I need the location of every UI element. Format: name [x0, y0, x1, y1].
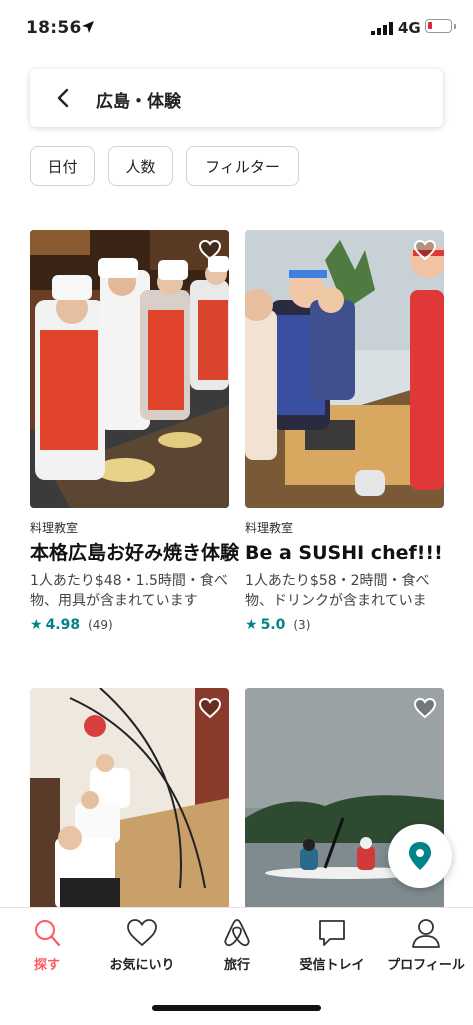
listing-title: Be a SUSHI chef!!!: [245, 542, 443, 564]
battery-nub: [454, 24, 456, 29]
tab-label: プロフィール: [387, 958, 465, 973]
rating-score: 5.0: [260, 617, 286, 633]
search-icon: [35, 920, 61, 947]
signal-icon: [371, 22, 393, 35]
more-filters-label: フィルター: [205, 157, 280, 176]
back-arrow-icon[interactable]: [54, 88, 74, 108]
tab-trips[interactable]: 旅行: [190, 918, 284, 973]
listing-rating: ★ 5.0 (3): [245, 617, 455, 633]
location-arrow-icon: [82, 21, 94, 33]
network-type: 4G: [398, 19, 421, 37]
search-bar[interactable]: 広島・体験: [30, 69, 443, 127]
listing-description: 1人あたり$48・1.5時間・食べ物、用具が含まれています: [30, 573, 228, 609]
tab-label: 探す: [33, 958, 60, 973]
star-icon: ★: [30, 617, 43, 633]
listing-image-okonomiyaki[interactable]: [30, 230, 229, 508]
date-filter-label: 日付: [47, 157, 78, 176]
listing-card[interactable]: 料理教室 本格広島お好み焼き体験 1人あたり$48・1.5時間・食べ物、用具が含…: [30, 519, 240, 633]
rating-score: 4.98: [45, 617, 81, 633]
battery-icon: [425, 19, 452, 33]
favorite-heart-icon[interactable]: [198, 697, 222, 719]
date-filter-button[interactable]: 日付: [30, 146, 95, 186]
review-count: (49): [88, 618, 113, 632]
guests-filter-button[interactable]: 人数: [108, 146, 173, 186]
tab-profile[interactable]: プロフィール: [379, 918, 473, 973]
guests-filter-label: 人数: [125, 157, 156, 176]
star-icon: ★: [245, 617, 258, 633]
listing-rating: ★ 4.98 (49): [30, 617, 240, 633]
tab-label: 受信トレイ: [299, 958, 365, 973]
tab-label: お気にいり: [109, 958, 175, 973]
listing-category: 料理教室: [30, 521, 79, 535]
listing-image-archery[interactable]: [30, 688, 229, 908]
airbnb-logo-icon: [224, 919, 250, 947]
person-icon: [412, 919, 440, 948]
favorite-heart-icon[interactable]: [413, 697, 437, 719]
favorite-heart-icon[interactable]: [198, 239, 222, 261]
review-count: (3): [293, 618, 311, 632]
map-button[interactable]: [388, 824, 452, 888]
status-bar: 18:56 4G: [0, 0, 473, 56]
message-icon: [319, 920, 345, 946]
search-title: 広島・体験: [96, 92, 181, 112]
listing-description: 1人あたり$58・2時間・食べ物、ドリンクが含まれていま: [245, 573, 430, 609]
tab-saved[interactable]: お気にいり: [95, 918, 189, 973]
map-pin-icon: [409, 842, 431, 870]
status-time: 18:56: [26, 18, 82, 38]
listing-category: 料理教室: [245, 521, 294, 535]
home-indicator: [152, 1005, 321, 1011]
favorite-heart-icon[interactable]: [413, 239, 437, 261]
tab-label: 旅行: [223, 958, 250, 973]
listing-image-sushi[interactable]: [245, 230, 444, 508]
more-filters-button[interactable]: フィルター: [186, 146, 299, 186]
tab-explore[interactable]: 探す: [0, 918, 94, 973]
tab-inbox[interactable]: 受信トレイ: [285, 918, 379, 973]
listing-title: 本格広島お好み焼き体験: [30, 542, 240, 564]
listing-card[interactable]: 料理教室 Be a SUSHI chef!!! 1人あたり$58・2時間・食べ物…: [245, 519, 455, 633]
heart-icon: [127, 919, 157, 947]
